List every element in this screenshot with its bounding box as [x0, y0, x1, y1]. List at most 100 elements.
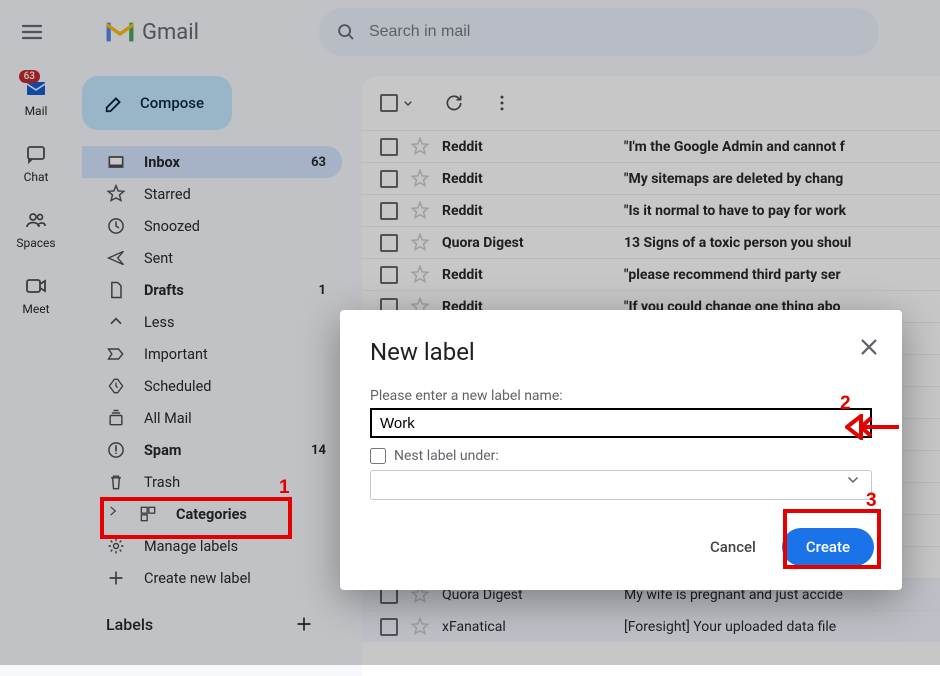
rail-chat[interactable]: Chat	[24, 142, 49, 184]
nav-label: Scheduled	[144, 378, 326, 395]
message-row[interactable]: Reddit"I'm the Google Admin and cannot f	[362, 130, 940, 162]
row-checkbox[interactable]	[380, 202, 398, 220]
row-checkbox[interactable]	[380, 170, 398, 188]
nav-count: 63	[311, 155, 326, 170]
nav-label: Snoozed	[144, 218, 326, 235]
nav-label: Sent	[144, 250, 326, 267]
nav-trash[interactable]: Trash	[82, 466, 342, 498]
nav-label: Less	[144, 314, 326, 331]
rail-chat-label: Chat	[24, 170, 49, 184]
nav-sent[interactable]: Sent	[82, 242, 342, 274]
nest-row: Nest label under:	[370, 448, 872, 464]
subject: "Is it normal to have to pay for work	[624, 203, 930, 219]
nav-label: Important	[144, 346, 326, 363]
dialog-title: New label	[370, 338, 872, 366]
nav-count: 1	[319, 283, 326, 298]
trash-icon	[106, 472, 126, 492]
sender: Quora Digest	[442, 235, 612, 251]
nav-list: Inbox 63 Starred Snoozed Sent Drafts 1 Less Impo…	[82, 146, 342, 594]
subject: "I'm the Google Admin and cannot f	[624, 139, 930, 155]
chat-icon	[24, 142, 48, 166]
nav-inbox[interactable]: Inbox 63	[82, 146, 342, 178]
rail-spaces[interactable]: Spaces	[16, 208, 55, 250]
rail-mail[interactable]: 63 Mail	[24, 76, 48, 118]
nav-allmail[interactable]: All Mail	[82, 402, 342, 434]
message-row[interactable]: xFanatical[Foresight] Your uploaded data…	[362, 610, 940, 642]
rail-meet[interactable]: Meet	[22, 274, 49, 316]
nav-label: Trash	[144, 474, 326, 491]
message-row[interactable]: Reddit"My sitemaps are deleted by chang	[362, 162, 940, 194]
checkbox-icon	[380, 94, 398, 112]
add-label-button[interactable]	[294, 614, 314, 634]
subject: 13 Signs of a toxic person you shoul	[624, 235, 930, 251]
nav-create[interactable]: Create new label	[82, 562, 342, 594]
nav-label: All Mail	[144, 410, 326, 427]
inbox-icon	[106, 152, 126, 172]
subject: "please recommend third party ser	[624, 267, 930, 283]
label-name-input[interactable]	[370, 408, 872, 438]
more-button[interactable]	[492, 93, 512, 113]
star-icon[interactable]	[410, 169, 430, 189]
nav-drafts[interactable]: Drafts 1	[82, 274, 342, 306]
spaces-icon	[24, 208, 48, 232]
sender: Reddit	[442, 267, 612, 283]
nav-label: Inbox	[144, 154, 293, 171]
main-menu-button[interactable]	[8, 8, 56, 56]
stack-icon	[106, 408, 126, 428]
sender: Reddit	[442, 203, 612, 219]
nav-categories[interactable]: Categories	[82, 498, 342, 530]
important-icon	[106, 344, 126, 364]
clock-icon	[106, 216, 126, 236]
nav-starred[interactable]: Starred	[82, 178, 342, 210]
chev-up-icon	[106, 312, 126, 332]
row-checkbox[interactable]	[380, 234, 398, 252]
nav-label: Spam	[144, 442, 293, 459]
star-icon[interactable]	[410, 233, 430, 253]
nav-label: Categories	[176, 506, 326, 523]
rail-mail-label: Mail	[25, 104, 48, 118]
nest-checkbox[interactable]	[370, 448, 386, 464]
nest-label: Nest label under:	[394, 448, 499, 464]
new-label-dialog: New label Please enter a new label name:…	[340, 310, 902, 590]
star-icon[interactable]	[410, 265, 430, 285]
labels-header: Labels	[82, 614, 342, 634]
nav-scheduled[interactable]: Scheduled	[82, 370, 342, 402]
compose-label: Compose	[140, 94, 204, 112]
row-checkbox[interactable]	[380, 618, 398, 636]
nav-snoozed[interactable]: Snoozed	[82, 210, 342, 242]
star-icon[interactable]	[410, 137, 430, 157]
rail-spaces-label: Spaces	[16, 236, 55, 250]
refresh-button[interactable]	[444, 93, 464, 113]
close-button[interactable]	[858, 336, 880, 358]
gmail-m-icon	[104, 20, 136, 44]
spam-icon	[106, 440, 126, 460]
nav-count: 14	[311, 443, 326, 458]
star-icon[interactable]	[410, 201, 430, 221]
rail-meet-label: Meet	[22, 302, 49, 316]
star-icon[interactable]	[410, 617, 430, 637]
create-button[interactable]: Create	[782, 528, 874, 566]
row-checkbox[interactable]	[380, 138, 398, 156]
row-checkbox[interactable]	[380, 266, 398, 284]
nav-important[interactable]: Important	[82, 338, 342, 370]
categories-icon	[138, 504, 158, 524]
header: Gmail	[0, 0, 940, 64]
compose-button[interactable]: Compose	[82, 76, 232, 130]
nav-spam[interactable]: Spam 14	[82, 434, 342, 466]
message-row[interactable]: Reddit "Is it normal to have to pay for w…	[362, 194, 940, 226]
mail-badge: 63	[19, 70, 40, 83]
message-row[interactable]: Reddit "please recommend third party ser	[362, 258, 940, 290]
gmail-logo[interactable]: Gmail	[104, 20, 199, 45]
search-bar[interactable]	[319, 8, 879, 56]
nav-manage[interactable]: Manage labels	[82, 530, 342, 562]
select-all[interactable]	[380, 94, 416, 112]
nav-label: Drafts	[144, 282, 301, 299]
nest-select[interactable]	[370, 470, 872, 500]
gear-icon	[106, 536, 126, 556]
search-input[interactable]	[369, 23, 863, 41]
cancel-button[interactable]: Cancel	[710, 538, 756, 556]
send-icon	[106, 248, 126, 268]
sender: Reddit	[442, 171, 612, 187]
message-row[interactable]: Quora Digest 13 Signs of a toxic person y…	[362, 226, 940, 258]
nav-less[interactable]: Less	[82, 306, 342, 338]
